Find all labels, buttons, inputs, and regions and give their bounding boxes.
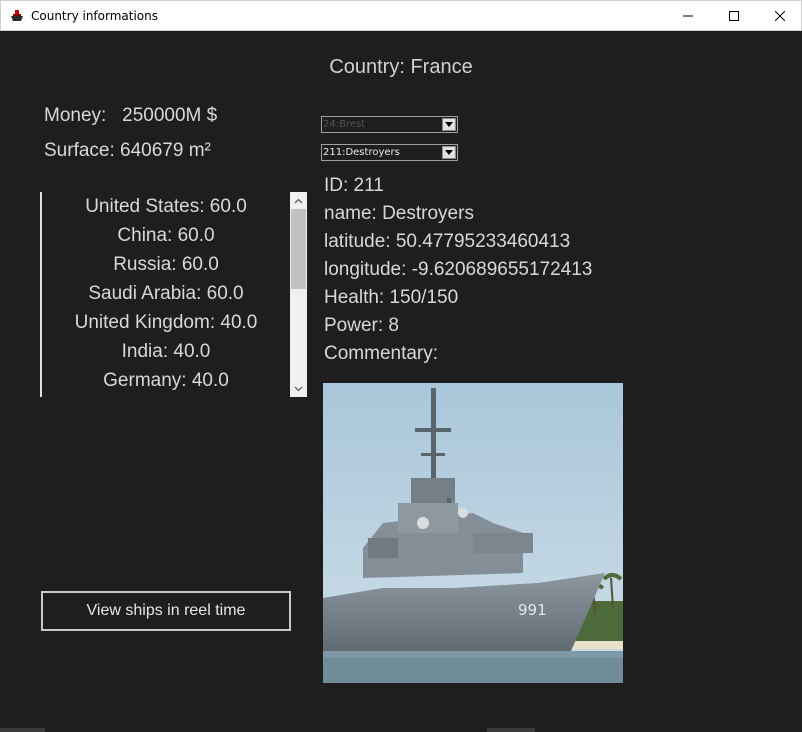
relations-listbox[interactable]: United States: 60.0 China: 60.0 Russia: … [40,192,307,397]
list-item[interactable]: China: 60.0 [42,221,290,250]
title-bar: Country informations [0,0,802,31]
chevron-down-icon [294,386,303,391]
ship-select-value: 211:Destroyers [323,147,400,158]
ship-longitude: longitude: -9.620689655172413 [324,259,593,280]
scroll-thumb[interactable] [291,209,306,289]
ship-select[interactable]: 211:Destroyers [321,144,458,161]
ship-power: Power: 8 [324,315,399,336]
minimize-icon [683,15,693,17]
list-item[interactable]: Germany: 40.0 [42,366,290,395]
ship-commentary: Commentary: [324,343,439,364]
window-title: Country informations [31,9,158,23]
list-item[interactable]: United States: 60.0 [42,192,290,221]
port-select-value: 24:Brest [323,119,366,130]
list-item[interactable]: India: 40.0 [42,337,290,366]
country-title: Country: France [329,56,473,78]
ship-app-icon [11,10,23,21]
scroll-up-button[interactable] [290,192,307,209]
list-item[interactable]: Saudi Arabia: 60.0 [42,279,290,308]
close-button[interactable] [757,1,802,31]
ship-name: name: Destroyers [324,203,474,224]
list-item[interactable]: Russia: 60.0 [42,250,290,279]
hull-number: 991 [518,601,547,619]
close-icon [775,11,785,21]
scroll-down-button[interactable] [290,380,307,397]
list-scrollbar[interactable] [290,192,307,397]
dropdown-arrow-icon[interactable] [442,118,456,131]
ship-id: ID: 211 [324,175,384,196]
surface-label: Surface: 640679 m² [44,140,211,161]
relations-list: United States: 60.0 China: 60.0 Russia: … [42,192,290,395]
main-panel: Country: France Money: 250000M $ Surface… [0,31,802,732]
view-ships-realtime-button[interactable]: View ships in reel time [41,591,291,631]
list-item[interactable]: United Kingdom: 40.0 [42,308,290,337]
dropdown-arrow-icon[interactable] [442,146,456,159]
ship-details: ID: 211 name: Destroyers latitude: 50.47… [324,172,592,368]
chevron-up-icon [294,198,303,203]
bottom-edge-mark [0,728,45,732]
ship-latitude: latitude: 50.47795233460413 [324,231,571,252]
ship-photo: 991 [323,383,623,683]
ship-health: Health: 150/150 [324,287,459,308]
money-label: Money: 250000M $ [44,105,218,126]
maximize-icon [729,11,739,21]
minimize-button[interactable] [665,1,711,31]
bottom-edge-mark [487,728,535,732]
maximize-button[interactable] [711,1,757,31]
port-select[interactable]: 24:Brest [321,116,458,133]
